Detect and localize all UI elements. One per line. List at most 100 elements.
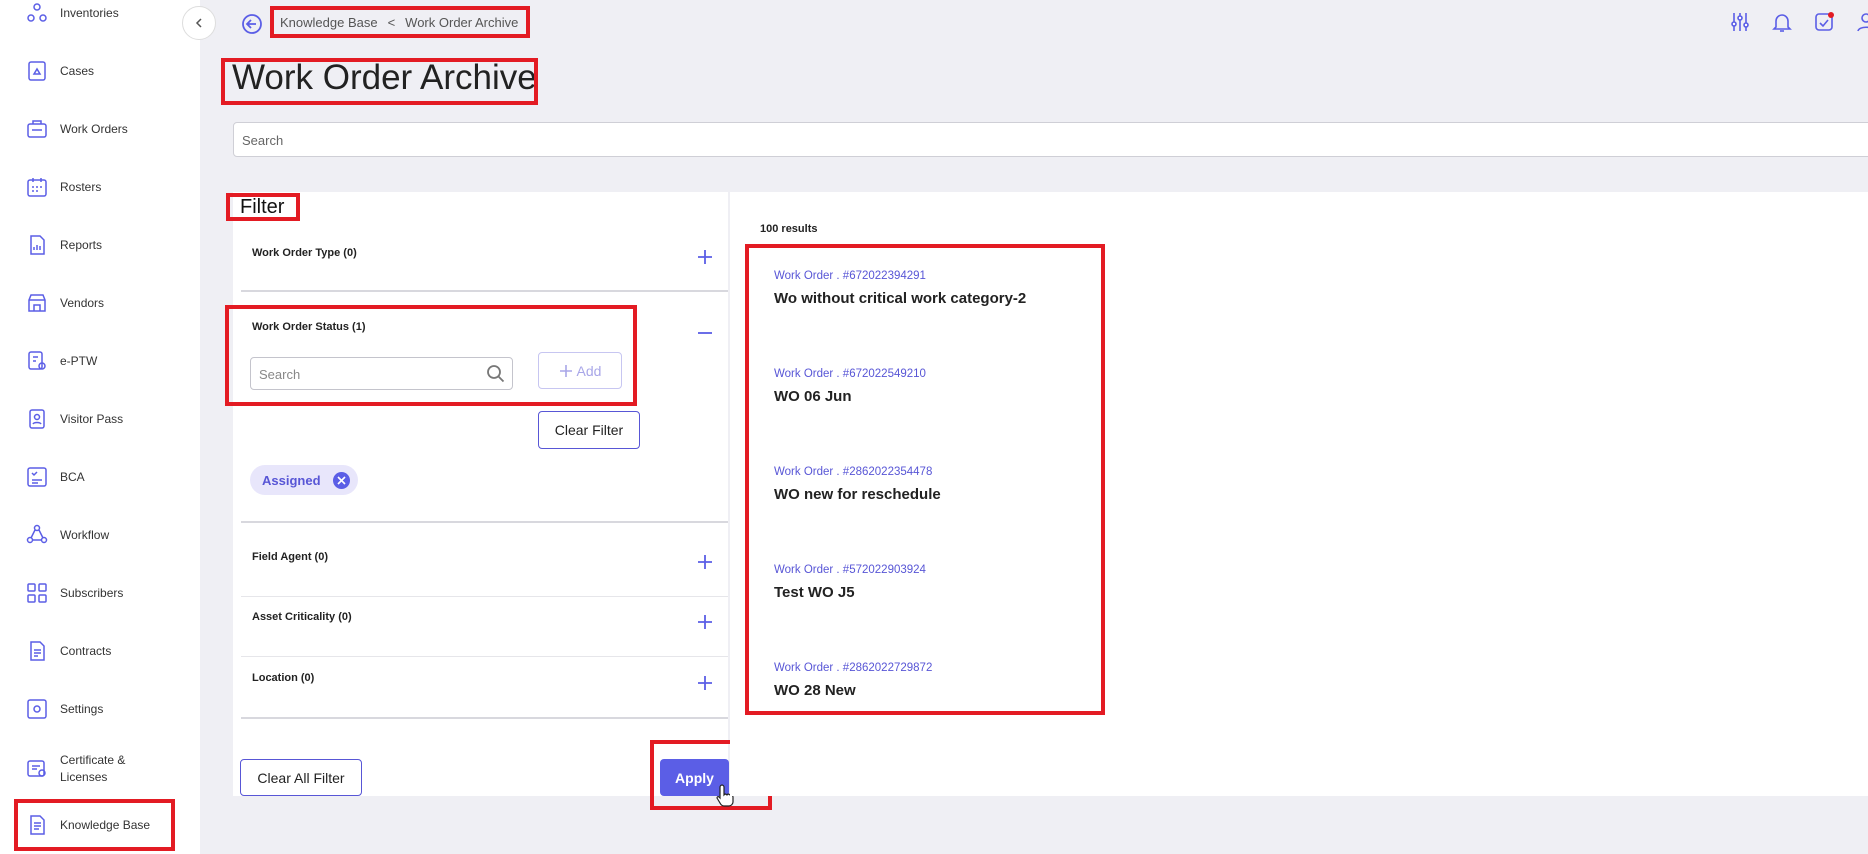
breadcrumb-parent[interactable]: Knowledge Base <box>280 15 378 30</box>
breadcrumb-current: Work Order Archive <box>405 15 519 30</box>
result-item[interactable]: Work Order . #672022549210 WO 06 Jun <box>774 368 926 405</box>
status-chip-assigned: Assigned <box>250 465 358 495</box>
sidebar-item-reports[interactable]: Reports <box>24 227 102 263</box>
results-count: 100 results <box>760 223 818 235</box>
work-order-id: Work Order . #572022903924 <box>774 564 926 576</box>
work-order-title: Wo without critical work category-2 <box>774 290 1027 307</box>
filter-section-label: Work Order Status (1) <box>252 321 366 333</box>
breadcrumb-separator: < <box>387 15 396 30</box>
work-order-title: WO 28 New <box>774 682 856 699</box>
sidebar: Inventories Cases Work Orders Rosters Re… <box>0 0 200 854</box>
plus-icon[interactable] <box>696 553 714 571</box>
add-button-label: Add <box>576 362 602 379</box>
subscribers-icon <box>24 580 50 606</box>
clear-filter-button[interactable]: Clear Filter <box>538 411 640 449</box>
sidebar-collapse-button[interactable] <box>182 6 216 40</box>
chip-label: Assigned <box>262 472 321 488</box>
eptw-icon <box>24 348 50 374</box>
filter-section-field-agent[interactable]: Field Agent (0) <box>241 539 728 597</box>
filter-section-label: Field Agent (0) <box>252 551 328 563</box>
filter-section-work-order-type[interactable]: Work Order Type (0) <box>241 232 728 292</box>
back-button[interactable] <box>240 12 264 36</box>
work-order-id: Work Order . #672022394291 <box>774 270 926 282</box>
sidebar-item-cases[interactable]: Cases <box>24 53 94 89</box>
search-input[interactable]: Search <box>233 122 1868 157</box>
sidebar-item-subscribers[interactable]: Subscribers <box>24 575 123 611</box>
result-item[interactable]: Work Order . #2862022354478 WO new for r… <box>774 466 941 503</box>
sidebar-item-label: Visitor Pass <box>60 411 124 426</box>
reports-icon <box>24 232 50 258</box>
work-order-title: WO 06 Jun <box>774 388 852 405</box>
sidebar-item-label: Work Orders <box>60 121 128 136</box>
sidebar-item-rosters[interactable]: Rosters <box>24 169 101 205</box>
knowledge-base-icon <box>24 812 50 838</box>
result-item[interactable]: Work Order . #572022903924 Test WO J5 <box>774 564 926 601</box>
certificate-icon <box>24 756 50 782</box>
work-order-id: Work Order . #2862022729872 <box>774 662 933 674</box>
inventories-icon <box>24 0 50 26</box>
sidebar-item-settings[interactable]: Settings <box>24 691 103 727</box>
workflow-icon <box>24 522 50 548</box>
filter-title: Filter <box>240 196 285 218</box>
sidebar-item-label: Certificate & Licenses <box>60 753 126 784</box>
work-order-title: WO new for reschedule <box>774 486 941 503</box>
filter-section-asset-criticality[interactable]: Asset Criticality (0) <box>241 599 728 657</box>
status-search-input[interactable]: Search <box>250 357 513 390</box>
filter-section-label: Asset Criticality (0) <box>252 611 352 623</box>
sidebar-item-eptw[interactable]: e-PTW <box>24 343 97 379</box>
minus-icon[interactable] <box>696 324 714 342</box>
chip-remove-icon[interactable] <box>332 471 350 489</box>
sidebar-item-label: Rosters <box>60 179 102 194</box>
sidebar-item-inventories[interactable]: Inventories <box>24 0 119 31</box>
user-profile-icon[interactable] <box>1854 10 1868 34</box>
top-icons <box>1728 10 1868 34</box>
rosters-icon <box>24 174 50 200</box>
sidebar-item-vendors[interactable]: Vendors <box>24 285 104 321</box>
bca-icon <box>24 464 50 490</box>
filter-section-label: Work Order Type (0) <box>252 247 357 259</box>
sidebar-item-label: BCA <box>60 469 85 484</box>
clear-all-filter-button[interactable]: Clear All Filter <box>240 759 362 796</box>
plus-icon[interactable] <box>696 674 714 692</box>
sidebar-item-label: Cases <box>60 63 95 78</box>
sidebar-item-certificate-licenses[interactable]: Certificate & Licenses <box>24 749 150 789</box>
settings-icon <box>24 696 50 722</box>
search-icon <box>487 365 505 383</box>
result-item[interactable]: Work Order . #2862022729872 WO 28 New <box>774 662 932 699</box>
page-title: Work Order Archive <box>232 58 537 97</box>
plus-icon <box>559 364 572 377</box>
chevron-left-icon <box>195 18 202 28</box>
sidebar-item-label: Knowledge Base <box>60 817 151 832</box>
work-order-id: Work Order . #672022549210 <box>774 368 926 380</box>
cases-icon <box>24 58 50 84</box>
work-orders-icon <box>24 116 50 142</box>
add-button[interactable]: Add <box>538 352 622 389</box>
sidebar-item-workflow[interactable]: Workflow <box>24 517 109 553</box>
status-search-placeholder: Search <box>259 367 301 382</box>
contracts-icon <box>24 638 50 664</box>
sidebar-item-knowledge-base[interactable]: Knowledge Base <box>24 807 150 843</box>
sidebar-item-label: e-PTW <box>60 353 98 368</box>
work-order-id: Work Order . #2862022354478 <box>774 466 933 478</box>
plus-icon[interactable] <box>696 613 714 631</box>
sidebar-item-label: Settings <box>60 701 104 716</box>
sidebar-item-label: Workflow <box>60 527 110 542</box>
sidebar-item-bca[interactable]: BCA <box>24 459 85 495</box>
tasks-notification-icon[interactable] <box>1812 10 1836 34</box>
vendors-icon <box>24 290 50 316</box>
bell-icon[interactable] <box>1770 10 1794 34</box>
plus-icon[interactable] <box>696 248 714 266</box>
sidebar-item-label: Vendors <box>60 295 105 310</box>
filter-sliders-icon[interactable] <box>1728 10 1752 34</box>
sidebar-item-label: Subscribers <box>60 585 124 600</box>
result-item[interactable]: Work Order . #672022394291 Wo without cr… <box>774 270 1026 307</box>
visitor-pass-icon <box>24 406 50 432</box>
sidebar-item-contracts[interactable]: Contracts <box>24 633 111 669</box>
sidebar-item-visitor-pass[interactable]: Visitor Pass <box>24 401 123 437</box>
sidebar-item-label: Contracts <box>60 643 112 658</box>
breadcrumb: Knowledge Base < Work Order Archive <box>280 15 518 30</box>
filter-section-location[interactable]: Location (0) <box>241 659 728 719</box>
sidebar-item-work-orders[interactable]: Work Orders <box>24 111 128 147</box>
filter-section-label: Location (0) <box>252 672 315 684</box>
back-arrow-icon <box>242 14 262 34</box>
